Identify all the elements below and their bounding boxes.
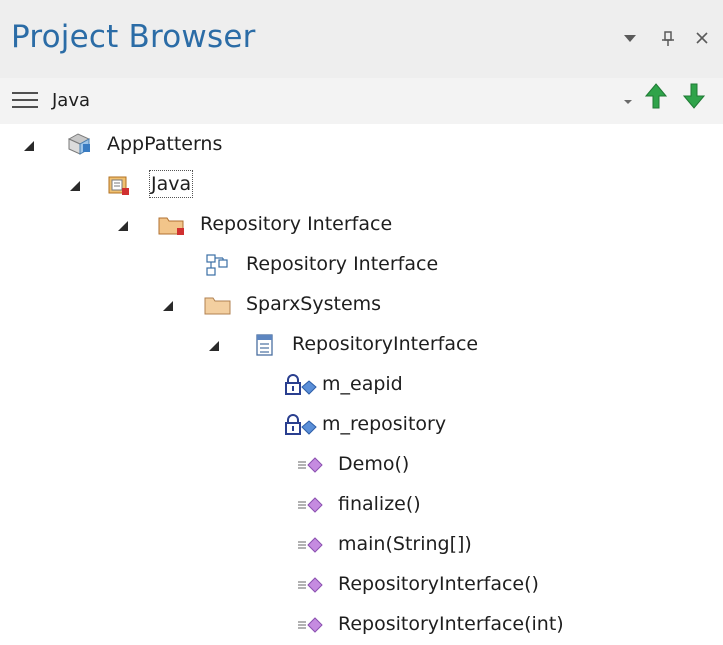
tree-node-repository-interface-package[interactable]: Repository Interface bbox=[0, 204, 723, 244]
hamburger-menu-icon[interactable] bbox=[12, 92, 38, 110]
class-diagram-icon bbox=[206, 254, 228, 276]
tree-node-repository-interface-diagram[interactable]: Repository Interface bbox=[0, 244, 723, 284]
public-operation-icon bbox=[296, 494, 324, 516]
chevron-down-icon[interactable] bbox=[622, 30, 638, 46]
expanded-triangle-icon[interactable] bbox=[207, 339, 221, 353]
public-operation-icon bbox=[296, 574, 324, 596]
private-attribute-icon bbox=[284, 374, 318, 396]
move-down-arrow-icon[interactable] bbox=[683, 82, 705, 110]
tree-node-main[interactable]: main(String[]) bbox=[0, 524, 723, 564]
tree-node-sparxsystems[interactable]: SparxSystems bbox=[0, 284, 723, 324]
package-dropdown-icon[interactable] bbox=[622, 98, 634, 106]
close-icon[interactable] bbox=[694, 30, 710, 46]
view-package-icon bbox=[108, 174, 130, 196]
expanded-triangle-icon[interactable] bbox=[68, 179, 82, 193]
tree-node-repositoryinterface-int-constructor[interactable]: RepositoryInterface(int) bbox=[0, 604, 723, 644]
class-icon bbox=[254, 334, 276, 356]
tree-node-finalize[interactable]: finalize() bbox=[0, 484, 723, 524]
pin-icon[interactable] bbox=[660, 30, 676, 48]
tree-node-apppatterns[interactable]: AppPatterns bbox=[0, 124, 723, 164]
tree-node-m-repository[interactable]: m_repository bbox=[0, 404, 723, 444]
model-root-icon bbox=[66, 130, 92, 156]
tree-node-java[interactable]: Java bbox=[0, 164, 723, 204]
browser-toolbar: Java bbox=[0, 78, 723, 124]
current-package-label: Java bbox=[52, 90, 91, 111]
move-up-arrow-icon[interactable] bbox=[645, 82, 667, 110]
tree-node-m-eapid[interactable]: m_eapid bbox=[0, 364, 723, 404]
private-attribute-icon bbox=[284, 414, 318, 436]
expanded-triangle-icon[interactable] bbox=[116, 219, 130, 233]
panel-title: Project Browser bbox=[11, 19, 256, 55]
package-folder-icon bbox=[158, 214, 186, 236]
tree-node-repositoryinterface-class[interactable]: RepositoryInterface bbox=[0, 324, 723, 364]
public-operation-icon bbox=[296, 534, 324, 556]
tree-node-demo[interactable]: Demo() bbox=[0, 444, 723, 484]
expanded-triangle-icon[interactable] bbox=[22, 139, 36, 153]
expanded-triangle-icon[interactable] bbox=[161, 299, 175, 313]
folder-icon bbox=[204, 294, 232, 316]
public-operation-icon bbox=[296, 614, 324, 636]
tree-node-repositoryinterface-constructor[interactable]: RepositoryInterface() bbox=[0, 564, 723, 604]
title-bar: Project Browser bbox=[0, 0, 723, 78]
public-operation-icon bbox=[296, 454, 324, 476]
